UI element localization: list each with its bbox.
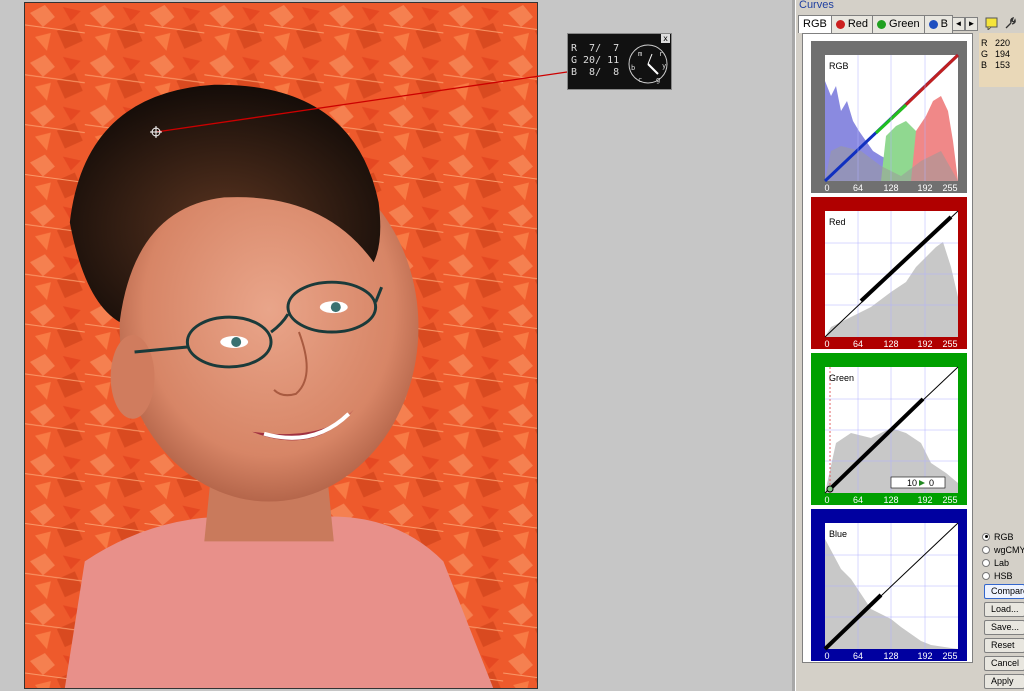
- curve-graph-red[interactable]: Red 0 64 128 192 255: [811, 197, 967, 349]
- info-blue-row: B 8/ 8: [571, 67, 620, 78]
- readout-g-value: 194: [995, 49, 1011, 59]
- svg-text:128: 128: [883, 495, 898, 505]
- curves-graphs: RGB 0 64 128 192 255 Red 0 64 128 192 25…: [802, 33, 973, 663]
- mode-lab-radio[interactable]: Lab: [982, 556, 1024, 569]
- graph-label: RGB: [829, 61, 849, 71]
- tab-label: RGB: [803, 18, 827, 30]
- reset-button[interactable]: Reset: [984, 638, 1024, 653]
- svg-text:64: 64: [853, 651, 863, 661]
- dial-m: m: [638, 50, 642, 58]
- radio-label: RGB: [994, 531, 1014, 542]
- curve-point-icon: [826, 485, 834, 493]
- wrench-icon[interactable]: [1003, 16, 1017, 30]
- color-info-window[interactable]: x R 7/ 7 G 20/ 11 B 8/ 8 m r y b c g: [567, 33, 672, 90]
- svg-text:0: 0: [824, 495, 829, 505]
- dial-b: b: [631, 64, 635, 72]
- radio-icon: [982, 532, 990, 541]
- info-red-row: R 7/ 7: [571, 43, 620, 54]
- readout-g-label: G: [981, 49, 989, 59]
- radio-icon: [982, 558, 990, 567]
- blue-dot-icon: [928, 20, 938, 29]
- curves-panel: Curves RGB Red Green B ◄ ► R 220 G 194 B…: [795, 0, 1024, 691]
- note-icon[interactable]: [985, 16, 999, 30]
- color-readout: R 220 G 194 B 153: [979, 33, 1024, 87]
- color-mode-group: RGB wgCMY Lab HSB: [982, 530, 1024, 582]
- graph-label: Red: [829, 217, 846, 227]
- mode-hsb-radio[interactable]: HSB: [982, 569, 1024, 582]
- dial-g: g: [656, 76, 660, 84]
- svg-text:255: 255: [942, 183, 957, 193]
- svg-text:0: 0: [824, 651, 829, 661]
- green-dot-icon: [877, 20, 887, 29]
- graph-label: Blue: [829, 529, 847, 539]
- dial-y: y: [662, 62, 666, 70]
- radio-icon: [982, 571, 990, 580]
- svg-text:128: 128: [883, 651, 898, 661]
- tab-label: Green: [889, 18, 920, 30]
- tab-scroll-left-icon[interactable]: ◄: [951, 17, 965, 31]
- svg-text:64: 64: [853, 495, 863, 505]
- svg-text:64: 64: [853, 183, 863, 193]
- tab-blue[interactable]: B: [923, 15, 953, 33]
- dial-r: r: [659, 50, 663, 58]
- svg-text:255: 255: [942, 495, 957, 505]
- channel-tabs: RGB Red Green B ◄ ►: [798, 15, 978, 33]
- panel-tools: [985, 16, 1017, 30]
- panel-title: Curves: [799, 0, 834, 11]
- info-values: R 7/ 7 G 20/ 11 B 8/ 8: [571, 43, 619, 79]
- svg-text:0: 0: [824, 183, 829, 193]
- cancel-button[interactable]: Cancel: [984, 656, 1024, 671]
- radio-label: wgCMY: [994, 544, 1024, 555]
- tab-label: Red: [847, 18, 869, 30]
- svg-text:192: 192: [917, 495, 932, 505]
- tab-red[interactable]: Red: [830, 15, 874, 33]
- color-dial-icon: m r y b c g: [628, 44, 668, 84]
- curve-graph-rgb[interactable]: RGB 0 64 128 192 255: [811, 41, 967, 193]
- action-buttons: Compare Load... Save... Reset Cancel App…: [984, 584, 1024, 691]
- mode-wgcmy-radio[interactable]: wgCMY: [982, 543, 1024, 556]
- load-button[interactable]: Load...: [984, 602, 1024, 617]
- readout-b-label: B: [981, 60, 988, 70]
- image-canvas[interactable]: x R 7/ 7 G 20/ 11 B 8/ 8 m r y b c g: [0, 0, 795, 691]
- save-button[interactable]: Save...: [984, 620, 1024, 635]
- curve-graph-blue[interactable]: Blue 0 64 128 192 255: [811, 509, 967, 661]
- mode-rgb-radio[interactable]: RGB: [982, 530, 1024, 543]
- svg-text:128: 128: [883, 339, 898, 349]
- curve-graph-green[interactable]: 10 0 Green 0 64 128 192 255: [811, 353, 967, 505]
- svg-text:128: 128: [883, 183, 898, 193]
- apply-button[interactable]: Apply: [984, 674, 1024, 689]
- svg-text:255: 255: [942, 651, 957, 661]
- svg-text:64: 64: [853, 339, 863, 349]
- tab-rgb[interactable]: RGB: [798, 15, 832, 33]
- dial-c: c: [638, 76, 642, 84]
- radio-label: Lab: [994, 557, 1010, 568]
- tab-label: B: [940, 18, 948, 30]
- readout-b-value: 153: [995, 60, 1011, 70]
- radio-icon: [982, 545, 990, 554]
- svg-text:192: 192: [917, 183, 932, 193]
- compare-button[interactable]: Compare: [984, 584, 1024, 599]
- graph-label: Green: [829, 373, 854, 383]
- green-in-value: 10: [907, 478, 917, 488]
- radio-label: HSB: [994, 570, 1013, 581]
- svg-text:192: 192: [917, 651, 932, 661]
- svg-text:255: 255: [942, 339, 957, 349]
- readout-r-value: 220: [995, 38, 1011, 48]
- green-out-value: 0: [929, 478, 934, 488]
- portrait-photo: [25, 3, 537, 688]
- readout-r-label: R: [981, 38, 988, 48]
- tab-green[interactable]: Green: [872, 15, 925, 33]
- info-green-row: G 20/ 11: [571, 55, 620, 66]
- svg-text:192: 192: [917, 339, 932, 349]
- svg-text:0: 0: [824, 339, 829, 349]
- red-dot-icon: [835, 20, 845, 29]
- photo-frame[interactable]: [24, 2, 538, 689]
- tab-scroll-right-icon[interactable]: ►: [964, 17, 978, 31]
